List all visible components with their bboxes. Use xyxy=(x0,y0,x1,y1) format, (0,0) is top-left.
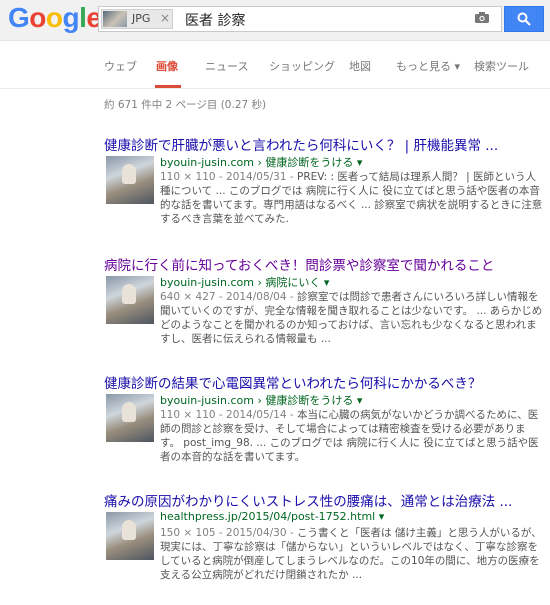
logo-letter: o xyxy=(45,2,63,33)
chip-label: JPG xyxy=(132,12,151,25)
result-thumbnail[interactable] xyxy=(106,394,154,442)
search-icon xyxy=(517,12,531,26)
camera-icon[interactable] xyxy=(475,12,489,23)
query-image-thumbnail xyxy=(103,11,127,27)
search-result: 病院に行く前に知っておくべき！問診票や診察室で聞かれること byouin-jus… xyxy=(104,254,544,345)
result-snippet: 110 × 110 - 2014/05/31 - PREV: : 医者って結局は… xyxy=(160,170,544,226)
search-box[interactable]: JPG × 医者 診察 xyxy=(98,6,502,32)
tab-search-tools[interactable]: 検索ツール xyxy=(474,58,529,74)
result-url[interactable]: byouin-jusin.com › 病院にいく ▾ xyxy=(160,274,329,290)
result-meta: 150 × 105 - 2015/04/30 - xyxy=(160,527,298,539)
search-result: 健康診断で肝臓が悪いと言われたら何科にいく？ | 肝機能異常 ... byoui… xyxy=(104,134,544,225)
tab-images[interactable]: 画像 xyxy=(156,58,178,74)
chip-close-icon[interactable]: × xyxy=(160,11,170,25)
result-snippet: 640 × 427 - 2014/08/04 - 診察室では問診で患者さんにいろ… xyxy=(160,290,544,346)
search-button[interactable] xyxy=(504,6,544,32)
result-title-link[interactable]: 健康診断で肝臓が悪いと言われたら何科にいく？ | 肝機能異常 ... xyxy=(104,134,544,154)
result-meta: 110 × 110 - 2014/05/31 - xyxy=(160,171,298,183)
tab-web[interactable]: ウェブ xyxy=(104,58,137,74)
tab-shopping[interactable]: ショッピング xyxy=(269,58,335,74)
image-query-chip[interactable]: JPG × xyxy=(101,9,173,29)
tab-news[interactable]: ニュース xyxy=(205,58,248,74)
search-tabs: ウェブ 画像 ニュース ショッピング 地図 もっと見る ▾ 検索ツール xyxy=(0,40,550,89)
search-input[interactable]: 医者 診察 xyxy=(185,10,245,30)
result-stats: 約 671 件中 2 ページ目 (0.27 秒) xyxy=(104,99,267,111)
result-snippet: 150 × 105 - 2015/04/30 - こう書くと「医者は 儲け主義」… xyxy=(160,526,544,582)
tab-maps[interactable]: 地図 xyxy=(349,58,371,74)
result-snippet: 110 × 110 - 2014/05/14 - 本当に心臓の病気がないかどうか… xyxy=(160,408,544,464)
logo-letter: g xyxy=(62,2,80,33)
tab-more[interactable]: もっと見る ▾ xyxy=(396,58,460,74)
result-thumbnail[interactable] xyxy=(106,156,154,204)
result-title-link[interactable]: 痛みの原因がわかりにくいストレス性の腰痛は、通常とは治療法 ... xyxy=(104,490,544,510)
result-thumbnail[interactable] xyxy=(106,512,154,560)
logo-letter: l xyxy=(79,2,87,33)
result-thumbnail[interactable] xyxy=(106,276,154,324)
logo-letter: o xyxy=(29,2,46,33)
top-bar: Google JPG × 医者 診察 xyxy=(0,0,550,41)
result-url[interactable]: healthpress.jp/2015/04/post-1752.html ▾ xyxy=(160,510,384,523)
result-meta: 640 × 427 - 2014/08/04 - xyxy=(160,291,298,303)
result-url[interactable]: byouin-jusin.com › 健康診断をうける ▾ xyxy=(160,154,362,170)
logo-letter: G xyxy=(8,2,30,33)
active-tab-indicator xyxy=(155,85,181,88)
result-meta: 110 × 110 - 2014/05/14 - xyxy=(160,409,298,421)
result-title-link[interactable]: 健康診断の結果で心電図異常といわれたら何科にかかるべき？ xyxy=(104,372,544,392)
result-title-link[interactable]: 病院に行く前に知っておくべき！問診票や診察室で聞かれること xyxy=(104,254,544,274)
search-result: 健康診断の結果で心電図異常といわれたら何科にかかるべき？ byouin-jusi… xyxy=(104,372,544,463)
result-url[interactable]: byouin-jusin.com › 健康診断をうける ▾ xyxy=(160,392,362,408)
search-result: 痛みの原因がわかりにくいストレス性の腰痛は、通常とは治療法 ... health… xyxy=(104,490,544,581)
google-logo[interactable]: Google xyxy=(8,2,102,34)
